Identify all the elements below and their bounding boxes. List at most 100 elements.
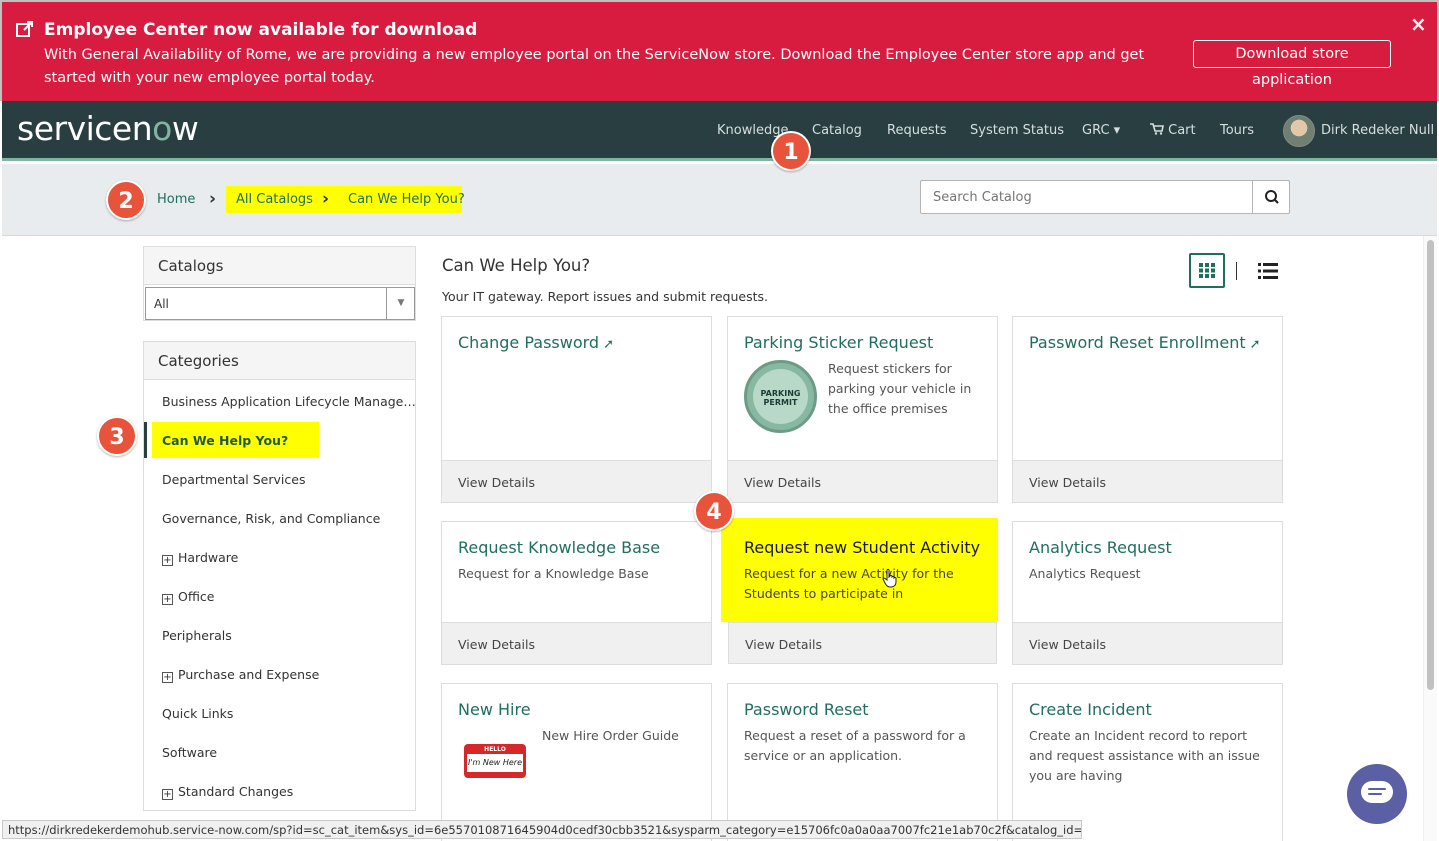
nav-requests[interactable]: Requests bbox=[887, 123, 947, 138]
search-button[interactable] bbox=[1252, 181, 1290, 213]
card-description: Request for a Knowledge Base bbox=[458, 566, 649, 581]
external-link-icon bbox=[16, 21, 33, 37]
expand-icon[interactable]: + bbox=[162, 672, 173, 683]
hello-label: HELLO bbox=[484, 746, 506, 753]
catalog-card[interactable]: Change Password ➚ View Details bbox=[441, 316, 712, 503]
search-catalog bbox=[920, 180, 1290, 214]
step-badge-4: 4 bbox=[694, 491, 734, 531]
categories-panel: Categories Business Application Lifecycl… bbox=[143, 341, 416, 811]
category-item[interactable]: Business Application Lifecycle Manage… bbox=[162, 394, 416, 409]
user-avatar[interactable] bbox=[1283, 115, 1315, 147]
card-description: Analytics Request bbox=[1029, 566, 1141, 581]
card-title[interactable]: Request Knowledge Base bbox=[458, 538, 660, 557]
breadcrumb-bar: Home › All Catalogs › Can We Help You? bbox=[2, 164, 1437, 236]
hello-badge-image: HELLO I'm New Here bbox=[464, 744, 526, 778]
vertical-scrollbar[interactable] bbox=[1423, 236, 1437, 841]
breadcrumb-all-catalogs[interactable]: All Catalogs bbox=[236, 192, 313, 207]
catalog-card[interactable]: Create Incident Create an Incident recor… bbox=[1012, 683, 1283, 841]
banner-text: With General Availability of Rome, we ar… bbox=[44, 47, 1145, 86]
card-description: Request a reset of a password for a serv… bbox=[744, 728, 966, 763]
chat-icon bbox=[1361, 781, 1393, 803]
servicenow-logo[interactable]: servicenow bbox=[17, 109, 199, 148]
nav-catalog[interactable]: Catalog bbox=[812, 123, 862, 138]
catalog-card[interactable]: Password Reset Request a reset of a pass… bbox=[727, 683, 998, 841]
download-store-button[interactable]: Download store application bbox=[1193, 40, 1391, 88]
catalog-card[interactable]: Request Knowledge Base Request for a Kno… bbox=[441, 521, 712, 665]
active-indicator bbox=[144, 422, 147, 458]
view-divider bbox=[1236, 262, 1237, 280]
step-badge-3: 3 bbox=[97, 416, 137, 456]
chevron-down-icon: ▼ bbox=[386, 288, 415, 319]
categories-heading: Categories bbox=[144, 342, 415, 380]
chevron-right-icon: › bbox=[209, 189, 217, 209]
close-icon[interactable]: × bbox=[1410, 12, 1427, 36]
breadcrumb-current[interactable]: Can We Help You? bbox=[348, 192, 465, 207]
page-description: Your IT gateway. Report issues and submi… bbox=[442, 289, 768, 304]
card-title[interactable]: Password Reset Enrollment ➚ bbox=[1029, 333, 1261, 352]
card-description: Request stickers for parking your vehicl… bbox=[828, 361, 972, 416]
nav-system-status[interactable]: System Status bbox=[970, 123, 1064, 138]
expand-icon[interactable]: + bbox=[162, 789, 173, 800]
search-icon bbox=[1265, 190, 1279, 204]
nav-cart[interactable]: Cart bbox=[1150, 123, 1196, 138]
expand-icon[interactable]: + bbox=[162, 594, 173, 605]
category-item[interactable]: Peripherals bbox=[162, 628, 232, 643]
category-item[interactable]: Quick Links bbox=[162, 706, 233, 721]
category-item[interactable]: Departmental Services bbox=[162, 472, 305, 487]
card-description: Create an Incident record to report and … bbox=[1029, 728, 1260, 783]
chat-button[interactable] bbox=[1347, 764, 1407, 824]
category-item[interactable]: Software bbox=[162, 745, 217, 760]
catalog-card[interactable]: Parking Sticker Request PARKING PERMIT R… bbox=[727, 316, 998, 503]
card-title[interactable]: Analytics Request bbox=[1029, 538, 1172, 557]
grid-view-button[interactable] bbox=[1189, 253, 1225, 288]
card-title[interactable]: Change Password ➚ bbox=[458, 333, 614, 352]
status-url: https://dirkredekerdemohub.service-now.c… bbox=[2, 820, 1082, 839]
catalogs-panel: Catalogs All ▼ bbox=[143, 246, 416, 321]
parking-permit-label: PARKING PERMIT bbox=[753, 369, 808, 424]
external-link-icon: ➚ bbox=[1249, 337, 1261, 352]
category-item[interactable]: + Standard Changes bbox=[162, 784, 293, 800]
view-details-link[interactable]: View Details bbox=[1013, 622, 1282, 664]
chevron-right-icon: › bbox=[322, 189, 330, 209]
category-item[interactable]: + Office bbox=[162, 589, 215, 605]
catalog-select[interactable]: All ▼ bbox=[145, 287, 415, 320]
catalog-card[interactable]: New Hire HELLO I'm New Here New Hire Ord… bbox=[441, 683, 712, 841]
view-details-link[interactable]: View Details bbox=[728, 460, 997, 502]
category-item[interactable]: + Purchase and Expense bbox=[162, 667, 319, 683]
expand-icon[interactable]: + bbox=[162, 555, 173, 566]
view-details-link[interactable]: View Details bbox=[442, 460, 711, 502]
scrollbar-thumb[interactable] bbox=[1427, 240, 1434, 690]
search-input[interactable] bbox=[921, 181, 1251, 213]
view-details-link[interactable]: View Details bbox=[728, 622, 997, 664]
card-description: New Hire Order Guide bbox=[542, 728, 679, 743]
view-details-link[interactable]: View Details bbox=[1013, 460, 1282, 502]
hello-name: I'm New Here bbox=[467, 754, 523, 772]
step-badge-2: 2 bbox=[106, 180, 146, 220]
user-name[interactable]: Dirk Redeker Null bbox=[1321, 123, 1434, 138]
cursor-hand-icon bbox=[882, 568, 897, 588]
view-details-link[interactable]: View Details bbox=[442, 622, 711, 664]
card-title[interactable]: New Hire bbox=[458, 700, 531, 719]
category-item[interactable]: + Hardware bbox=[162, 550, 238, 566]
cart-icon bbox=[1150, 123, 1164, 135]
step-badge-1: 1 bbox=[771, 131, 811, 171]
parking-permit-image: PARKING PERMIT bbox=[744, 360, 817, 433]
announcement-banner: Employee Center now available for downlo… bbox=[0, 0, 1439, 101]
card-title[interactable]: Password Reset bbox=[744, 700, 869, 719]
category-item-active[interactable]: Can We Help You? bbox=[162, 433, 288, 448]
card-description: Request for a new Activity for the Stude… bbox=[744, 566, 954, 601]
card-title[interactable]: Create Incident bbox=[1029, 700, 1152, 719]
card-title[interactable]: Parking Sticker Request bbox=[744, 333, 933, 352]
catalogs-heading: Catalogs bbox=[144, 247, 415, 285]
top-navbar: servicenow Knowledge Catalog Requests Sy… bbox=[2, 101, 1437, 161]
breadcrumb-home[interactable]: Home bbox=[157, 192, 195, 207]
external-link-icon: ➚ bbox=[603, 337, 614, 352]
nav-tours[interactable]: Tours bbox=[1220, 123, 1254, 138]
catalog-card[interactable]: Password Reset Enrollment ➚ View Details bbox=[1012, 316, 1283, 503]
catalog-card[interactable]: Analytics Request Analytics Request View… bbox=[1012, 521, 1283, 665]
card-title[interactable]: Request new Student Activity bbox=[744, 538, 980, 557]
catalog-card-highlighted[interactable]: Request new Student Activity Request for… bbox=[727, 521, 998, 665]
category-item[interactable]: Governance, Risk, and Compliance bbox=[162, 511, 380, 526]
nav-grc-dropdown[interactable]: GRC ▾ bbox=[1082, 123, 1120, 138]
list-view-icon[interactable] bbox=[1258, 262, 1278, 280]
